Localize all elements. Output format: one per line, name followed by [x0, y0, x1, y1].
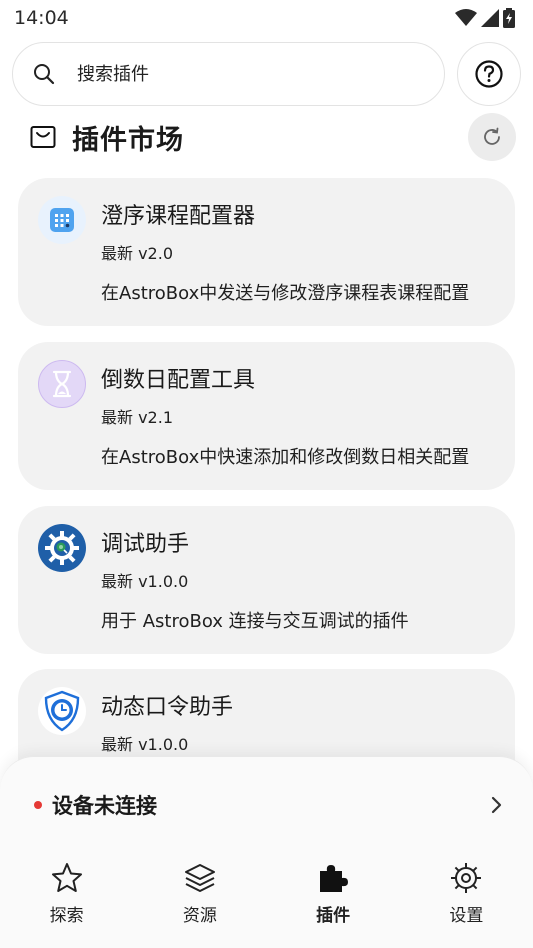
nav-resources[interactable]: 资源 — [133, 861, 266, 941]
help-button[interactable] — [457, 42, 521, 106]
star-icon — [51, 863, 82, 892]
nav-label: 插件 — [316, 906, 351, 926]
shield-clock-icon — [38, 687, 86, 735]
status-dot — [34, 801, 42, 809]
refresh-icon — [484, 127, 500, 145]
plugin-card[interactable]: 倒数日配置工具 最新 v2.1 在AstroBox中快速添加和修改倒数日相关配置 — [18, 342, 515, 490]
search-icon — [34, 64, 55, 85]
bottom-nav: 探索 资源 插件 设置 — [0, 861, 533, 941]
nav-settings[interactable]: 设置 — [400, 861, 533, 941]
plugin-card[interactable]: 调试助手 最新 v1.0.0 用于 AstroBox 连接与交互调试的插件 — [18, 506, 515, 654]
calendar-icon — [38, 196, 86, 244]
device-status-row[interactable]: 设备未连接 — [34, 787, 504, 823]
status-time: 14:04 — [14, 7, 69, 29]
chevron-right-icon — [491, 796, 502, 814]
battery-icon — [503, 8, 515, 28]
signal-icon — [481, 9, 499, 27]
plugin-version: 最新 v2.0 — [101, 244, 174, 263]
help-icon — [475, 60, 503, 88]
debug-gear-icon — [38, 524, 86, 572]
wifi-icon — [455, 9, 477, 26]
status-bar: 14:04 — [0, 0, 533, 36]
search-row — [12, 42, 521, 106]
status-icons — [455, 8, 515, 28]
plugin-name: 调试助手 — [101, 532, 190, 557]
layers-icon — [184, 864, 215, 892]
plugin-version: 最新 v2.1 — [101, 408, 174, 427]
plugin-description: 在AstroBox中发送与修改澄序课程表课程配置 — [101, 283, 470, 304]
section-header: 插件市场 — [30, 112, 516, 162]
nav-explore[interactable]: 探索 — [0, 861, 133, 941]
nav-label: 设置 — [449, 906, 484, 926]
search-bar[interactable] — [12, 42, 445, 106]
market-icon — [30, 126, 56, 148]
plugin-card[interactable]: 澄序课程配置器 最新 v2.0 在AstroBox中发送与修改澄序课程表课程配置 — [18, 178, 515, 326]
section-title: 插件市场 — [72, 124, 184, 156]
plugin-version: 最新 v1.0.0 — [101, 572, 189, 591]
plugin-name: 动态口令助手 — [101, 695, 234, 720]
device-status-text: 设备未连接 — [52, 794, 157, 818]
gear-icon — [451, 863, 482, 893]
refresh-button[interactable] — [468, 113, 516, 161]
bottom-panel: 设备未连接 探索 资源 插件 设置 — [0, 756, 533, 948]
nav-label: 探索 — [49, 906, 84, 926]
plugin-name: 倒数日配置工具 — [101, 368, 256, 393]
plugin-description: 在AstroBox中快速添加和修改倒数日相关配置 — [101, 447, 470, 468]
hourglass-icon — [38, 360, 86, 408]
nav-label: 资源 — [182, 906, 217, 926]
plugin-version: 最新 v1.0.0 — [101, 735, 189, 754]
search-input[interactable] — [77, 63, 377, 85]
nav-plugins[interactable]: 插件 — [267, 861, 400, 941]
plugin-name: 澄序课程配置器 — [101, 204, 256, 229]
puzzle-icon — [320, 865, 349, 892]
plugin-description: 用于 AstroBox 连接与交互调试的插件 — [101, 611, 409, 632]
